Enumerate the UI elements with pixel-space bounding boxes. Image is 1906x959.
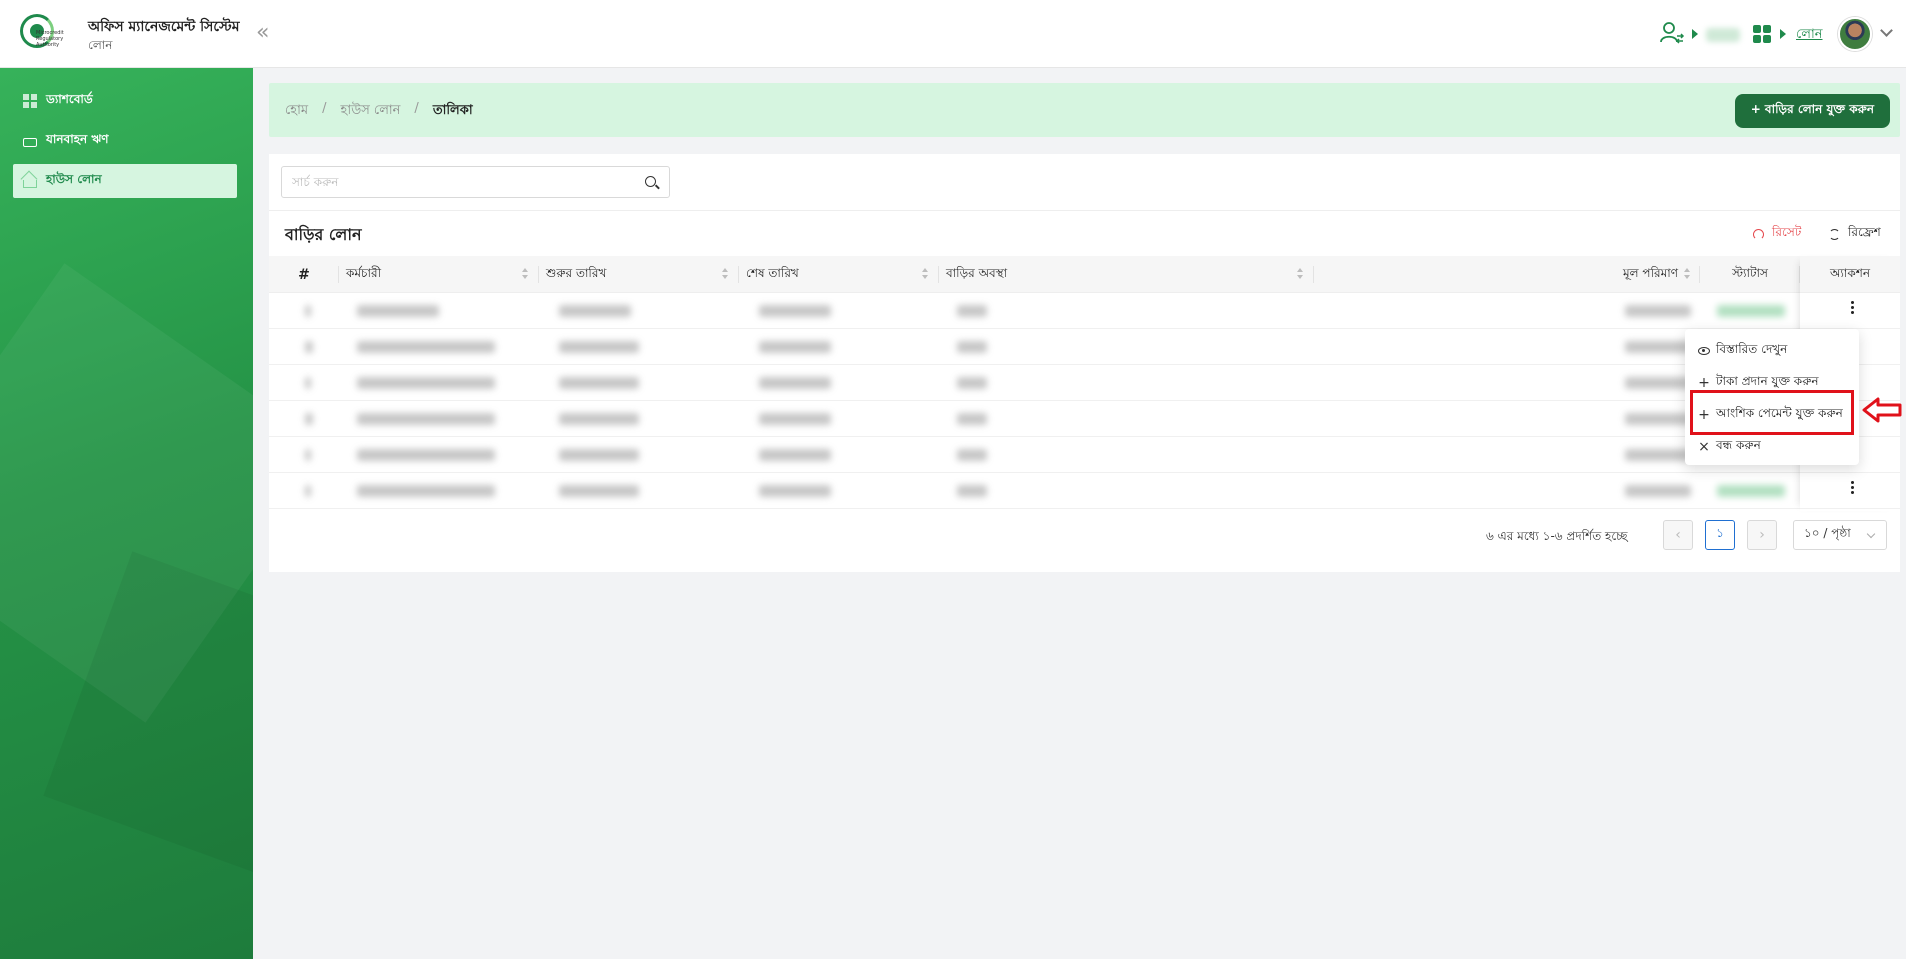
table-row [269,329,1900,365]
sort-icon [522,268,529,280]
sidebar-item-label: হাউস লোন [46,172,102,186]
table-row [269,293,1900,329]
column-principal-amount[interactable]: মূল পরিমাণ [1313,256,1700,293]
refresh-icon [1829,228,1840,240]
breadcrumb-current: তালিকা [432,103,473,118]
column-house-status[interactable]: বাড়ির অবস্থা [938,256,1314,293]
sidebar-item-dashboard[interactable]: ড্যাশবোর্ড [13,84,237,118]
search-input[interactable] [282,167,622,197]
table-title: বাড়ির লোন [285,225,362,244]
home-icon [23,179,37,188]
user-name-blurred [1706,28,1740,42]
sort-icon [922,268,929,280]
arrow-left-annotation-icon [1862,397,1902,423]
car-icon [23,137,37,147]
column-index: # [298,266,310,283]
app-title: অফিস ম্যানেজমেন্ট সিস্টেম [88,19,240,35]
sort-icon [722,268,729,280]
add-partial-payment-menu-item[interactable]: + আংশিক পেমেন্ট যুক্ত করুন [1685,399,1859,431]
plus-icon: + [1698,407,1710,423]
page-size-select[interactable]: ১০ / পৃষ্ঠা [1793,520,1887,550]
sort-icon [1297,268,1304,280]
sidebar-item-house-loan[interactable]: হাউস লোন [13,164,237,198]
search-icon[interactable] [645,176,656,187]
breadcrumb: হোম / হাউস লোন / তালিকা [285,101,473,122]
column-action: অ্যাকশন [1799,256,1900,293]
reset-button[interactable]: রিসেট [1753,224,1801,244]
prev-page-button[interactable]: ‹ [1663,520,1693,550]
chevron-down-icon [1866,529,1876,539]
table-row [269,473,1900,509]
apps-grid-icon[interactable] [1753,25,1771,43]
caret-right-icon [1780,29,1786,39]
house-loan-card: বাড়ির লোন রিসেট রিফ্রেশ # কর্মচারী শুরু… [269,154,1900,572]
dashboard-icon [23,94,37,108]
column-start-date[interactable]: শুরুর তারিখ [538,256,739,293]
add-payment-menu-item[interactable]: + টাকা প্রদান যুক্ত করুন [1685,367,1859,399]
caret-right-icon [1692,29,1698,39]
app-subtitle: লোন [88,38,113,52]
column-end-date[interactable]: শেষ তারিখ [738,256,939,293]
sidebar: ড্যাশবোর্ড যানবাহন ঋণ হাউস লোন [0,68,253,959]
user-avatar[interactable] [1838,17,1872,51]
column-status: স্ট্যাটাস [1699,256,1800,293]
logo-caption: Microcredit Regulatory Authority [36,30,64,48]
chevron-down-icon[interactable] [1880,24,1893,37]
pagination: ৬ এর মধ্যে ১-৬ প্রদর্শিত হচ্ছে ‹ ১ › ১০ … [269,514,1900,554]
row-actions-kebab-icon[interactable] [1849,301,1855,319]
table-row [269,365,1900,401]
row-actions-kebab-icon[interactable] [1849,481,1855,499]
module-link[interactable]: লোন [1796,25,1823,46]
pagination-summary: ৬ এর মধ্যে ১-৬ প্রদর্শিত হচ্ছে [1486,529,1628,543]
page-1-button[interactable]: ১ [1705,520,1735,550]
next-page-button[interactable]: › [1747,520,1777,550]
breadcrumb-home[interactable]: হোম [285,101,308,122]
view-details-menu-item[interactable]: বিস্তারিত দেখুন [1685,335,1859,367]
sidebar-collapse-button[interactable]: « [256,20,269,45]
sidebar-item-label: যানবাহন ঋণ [46,132,109,146]
add-house-loan-button[interactable]: + বাড়ির লোন যুক্ত করুন [1734,94,1890,128]
top-header: Microcredit Regulatory Authority অফিস ম্… [0,0,1906,68]
plus-icon: + [1698,375,1710,391]
row-actions-menu: বিস্তারিত দেখুন + টাকা প্রদান যুক্ত করুন… [1685,329,1859,465]
sort-icon [1684,268,1691,280]
breadcrumb-bar: হোম / হাউস লোন / তালিকা + বাড়ির লোন যুক… [269,83,1900,137]
eye-icon [1698,347,1710,355]
refresh-button[interactable]: রিফ্রেশ [1829,224,1881,244]
sidebar-item-label: ড্যাশবোর্ড [46,92,93,106]
column-employee[interactable]: কর্মচারী [338,256,539,293]
close-icon: × [1698,439,1710,455]
table-row [269,401,1900,437]
sidebar-item-vehicle-loan[interactable]: যানবাহন ঋণ [13,124,237,158]
table-header: # কর্মচারী শুরুর তারিখ শেষ তারিখ বাড়ির … [269,256,1900,293]
table-row [269,437,1900,473]
breadcrumb-house-loan[interactable]: হাউস লোন [340,101,400,122]
search-field [281,166,670,198]
user-switch-icon[interactable] [1659,20,1685,46]
reset-icon [1753,228,1764,240]
close-loan-menu-item[interactable]: × বন্ধ করুন [1685,431,1859,463]
